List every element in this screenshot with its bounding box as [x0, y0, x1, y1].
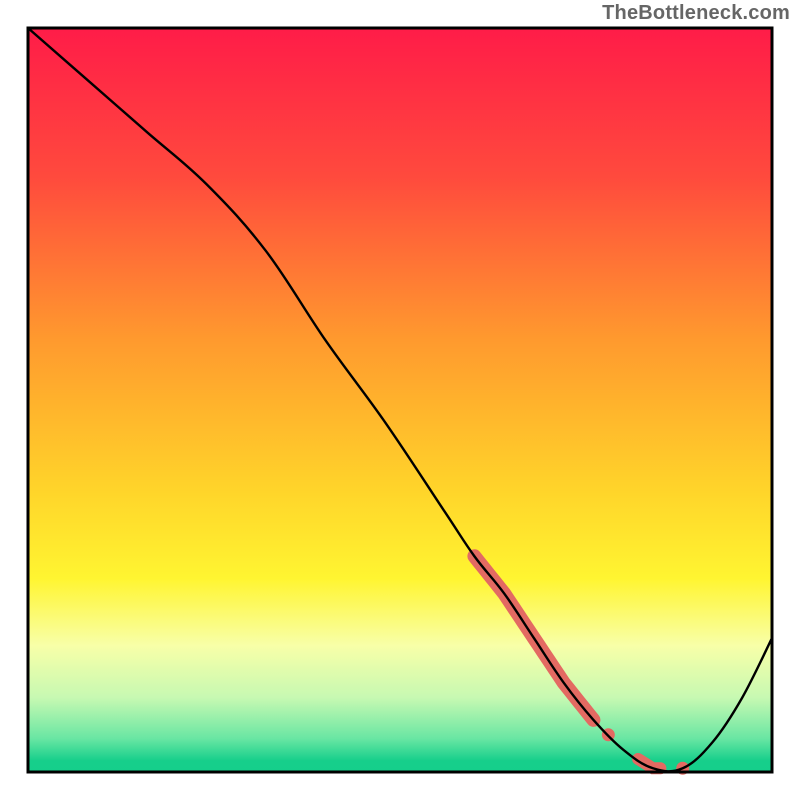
chart-svg — [0, 0, 800, 800]
watermark-label: TheBottleneck.com — [602, 2, 790, 25]
chart-stage: TheBottleneck.com — [0, 0, 800, 800]
heatmap-background — [28, 28, 772, 772]
